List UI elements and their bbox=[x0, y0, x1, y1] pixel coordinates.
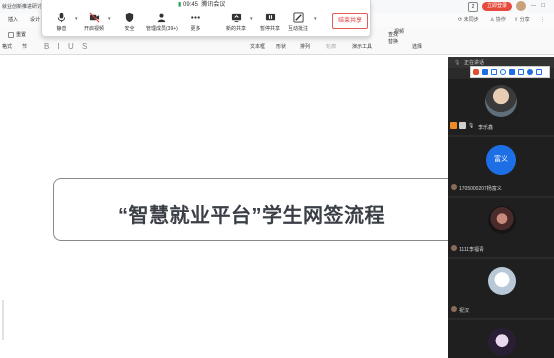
participant-tile[interactable]: 富义 1705000207杨富义 bbox=[448, 137, 554, 196]
new-share-button[interactable]: 新的共享 bbox=[226, 12, 246, 32]
share-button[interactable]: ⇪ 分享 bbox=[514, 17, 530, 23]
unsynced-button[interactable]: ⟳ 未同步 bbox=[458, 17, 479, 23]
user-icon bbox=[451, 245, 457, 251]
ime-toolbar[interactable] bbox=[470, 66, 550, 78]
minimize-icon[interactable]: — bbox=[531, 3, 536, 9]
participant-name: 李乐鑫 bbox=[478, 125, 494, 131]
shape-label[interactable]: 形状 bbox=[276, 44, 286, 50]
avatar bbox=[488, 328, 516, 356]
unsynced-label: 未同步 bbox=[463, 17, 479, 23]
present-tools-label[interactable]: 演示工具 bbox=[352, 44, 372, 50]
microphone-icon bbox=[57, 12, 66, 23]
annotate-icon bbox=[292, 12, 304, 23]
participant-tile[interactable]: 祝汉 bbox=[448, 259, 554, 318]
pause-share-label: 暂停共享 bbox=[260, 26, 281, 32]
reset-label[interactable]: 重置 bbox=[16, 32, 26, 38]
format-label[interactable]: 格式 bbox=[2, 44, 12, 50]
ime-keyboard-icon[interactable] bbox=[518, 69, 524, 75]
participant-tile[interactable]: 🎙 李乐鑫 bbox=[448, 79, 554, 135]
security-label: 安全 bbox=[124, 26, 135, 32]
meeting-toolbar: ▮ 09:45 腾讯会议 静音 ▾ 开启视频 ▾ 安全 管理成员(39+) 更多… bbox=[41, 0, 371, 37]
screen-icon bbox=[459, 122, 466, 129]
video-label[interactable]: 视频 bbox=[394, 29, 404, 35]
new-share-label: 新的共享 bbox=[226, 26, 247, 32]
participant-name: 1705000207杨富义 bbox=[459, 186, 502, 192]
people-icon bbox=[158, 13, 166, 23]
camera-off-icon bbox=[89, 12, 99, 23]
more-icon bbox=[191, 16, 200, 19]
collab-button[interactable]: ♙ 协作 bbox=[490, 17, 506, 23]
screen-share-icon bbox=[231, 13, 241, 23]
ime-mode-icon[interactable] bbox=[482, 69, 488, 75]
collab-label: 协作 bbox=[495, 17, 506, 23]
video-chevron-down-icon[interactable]: ▾ bbox=[108, 16, 111, 22]
annotate-label: 互动批注 bbox=[288, 26, 309, 32]
avatar[interactable] bbox=[516, 1, 526, 11]
manage-members-label: 管理成员(39+) bbox=[146, 26, 178, 32]
badge-count[interactable]: 2 bbox=[468, 2, 478, 12]
ime-skin-icon[interactable] bbox=[527, 69, 533, 75]
mic-icon: 🎙 bbox=[468, 123, 475, 129]
avatar bbox=[488, 267, 516, 295]
user-icon bbox=[451, 306, 457, 312]
sogou-logo-icon[interactable] bbox=[473, 69, 479, 75]
reset-icon[interactable] bbox=[8, 32, 14, 38]
video-label: 开启视频 bbox=[84, 26, 105, 32]
login-button[interactable]: 立即登录 bbox=[482, 2, 512, 11]
meeting-time: 09:45 bbox=[182, 2, 198, 8]
participant-tile[interactable]: 1111李福青 bbox=[448, 198, 554, 257]
menu-insert[interactable]: 插入 bbox=[8, 17, 18, 23]
ime-voice-icon[interactable] bbox=[509, 69, 515, 75]
ime-punct-icon[interactable] bbox=[491, 69, 497, 75]
share-chevron-down-icon[interactable]: ▾ bbox=[250, 16, 253, 22]
menu-design[interactable]: 设计 bbox=[30, 17, 40, 23]
host-icon bbox=[450, 122, 457, 129]
ime-emoji-icon[interactable] bbox=[500, 69, 506, 75]
end-share-button[interactable]: 结束共享 bbox=[332, 13, 368, 29]
speaking-mic-icon: 🎙 bbox=[454, 60, 461, 66]
more-button[interactable]: 更多 bbox=[190, 12, 201, 32]
arrange-label[interactable]: 排列 bbox=[300, 44, 310, 50]
participant-name: 1111李福青 bbox=[459, 247, 485, 253]
participant-video bbox=[485, 85, 517, 117]
manage-members-button[interactable]: 管理成员(39+) bbox=[146, 12, 178, 32]
annotate-chevron-down-icon[interactable]: ▾ bbox=[314, 16, 317, 22]
avatar bbox=[488, 206, 516, 234]
avatar: 富义 bbox=[486, 145, 516, 175]
maximize-icon[interactable]: ☐ bbox=[541, 3, 545, 9]
user-icon bbox=[451, 184, 457, 190]
participant-name: 祝汉 bbox=[459, 308, 470, 314]
section-label[interactable]: 节 bbox=[22, 44, 27, 50]
share-label: 分享 bbox=[519, 17, 530, 23]
mute-button[interactable]: 静音 bbox=[56, 12, 67, 32]
participant-tile[interactable] bbox=[448, 320, 554, 358]
video-button[interactable]: 开启视频 bbox=[84, 12, 104, 32]
mute-chevron-down-icon[interactable]: ▾ bbox=[75, 16, 78, 22]
scrollbar[interactable] bbox=[2, 300, 4, 340]
replace-label[interactable]: 替换 bbox=[388, 39, 398, 45]
more-label: 更多 bbox=[190, 26, 201, 32]
more-icon[interactable]: ⋮ bbox=[540, 17, 545, 23]
security-button[interactable]: 安全 bbox=[124, 12, 135, 32]
meeting-title: 腾讯会议 bbox=[201, 2, 226, 8]
pause-share-button[interactable]: 暂停共享 bbox=[260, 12, 280, 32]
font-style-icons[interactable]: B I U S bbox=[44, 42, 90, 51]
pause-icon bbox=[265, 13, 275, 21]
ime-menu-icon[interactable] bbox=[536, 69, 542, 75]
slide-title: “智慧就业平台”学生网签流程 bbox=[118, 205, 385, 227]
meeting-header: ▮ 09:45 腾讯会议 bbox=[178, 2, 225, 8]
mute-label: 静音 bbox=[56, 26, 67, 32]
signal-icon: ▮ bbox=[178, 2, 182, 8]
outline-label[interactable]: 轮廓 bbox=[326, 44, 336, 50]
shield-icon bbox=[125, 12, 134, 23]
textbox-label[interactable]: 文本框 bbox=[250, 44, 265, 50]
select-label[interactable]: 选择 bbox=[412, 44, 422, 50]
annotate-button[interactable]: 互动批注 bbox=[288, 12, 308, 32]
